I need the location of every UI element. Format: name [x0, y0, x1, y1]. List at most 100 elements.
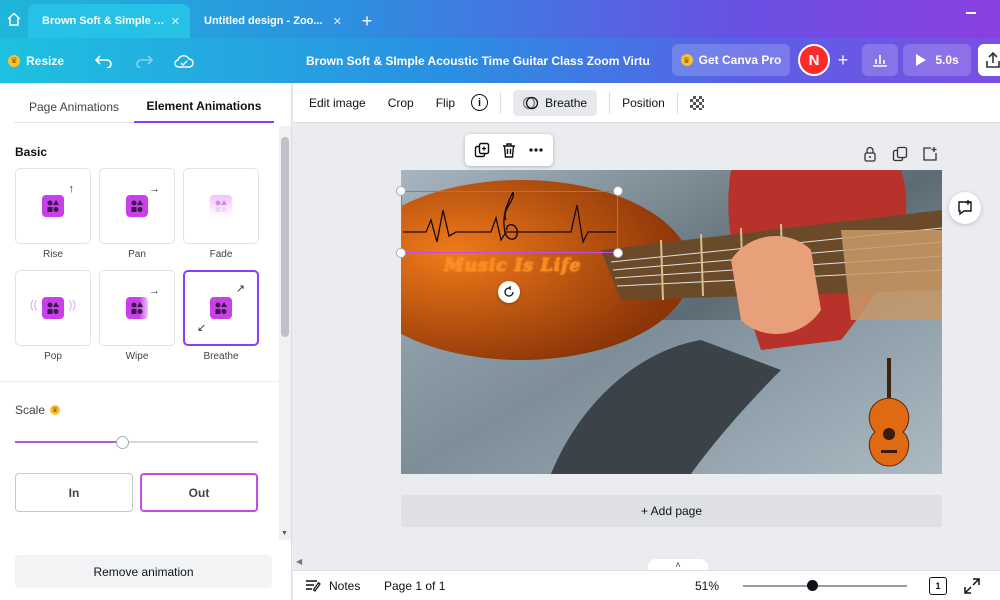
animate-button[interactable]: Breathe	[513, 89, 598, 116]
resize-handle-bottom-right[interactable]	[613, 248, 623, 258]
redo-button[interactable]	[124, 38, 164, 83]
home-icon[interactable]	[0, 0, 28, 38]
animation-card-selected[interactable]: ↗ ↙	[183, 270, 259, 346]
remove-animation-button[interactable]: Remove animation	[15, 555, 272, 588]
resize-handle-bottom-left[interactable]	[396, 248, 406, 258]
duplicate-icon[interactable]	[474, 142, 490, 158]
zoom-slider-track[interactable]	[743, 585, 907, 587]
panel-divider	[0, 381, 279, 382]
animation-label: Rise	[42, 249, 63, 260]
page-count[interactable]: Page 1 of 1	[384, 571, 445, 600]
crown-icon: ♛	[8, 54, 20, 67]
play-icon	[916, 54, 927, 66]
animation-card[interactable]	[183, 168, 259, 244]
rotate-handle[interactable]	[498, 281, 520, 303]
direction-out-button[interactable]: Out	[140, 473, 258, 512]
tab-page-animations[interactable]: Page Animations	[14, 91, 134, 123]
play-duration: 5.0s	[935, 53, 959, 67]
animate-icon	[523, 96, 539, 109]
comment-add-icon	[958, 200, 972, 216]
resize-handle-top-left[interactable]	[396, 186, 406, 196]
selection-box	[401, 191, 618, 253]
animation-option-fade[interactable]: Fade	[183, 168, 259, 260]
animation-option-pan[interactable]: → Pan	[99, 168, 175, 260]
panel-scrollbar-thumb[interactable]	[281, 137, 289, 337]
add-page-button[interactable]: + Add page	[401, 495, 942, 527]
tab-element-animations[interactable]: Element Animations	[134, 91, 274, 123]
animation-option-rise[interactable]: ↑ Rise	[15, 168, 91, 260]
browser-tab-active[interactable]: Brown Soft & Simple A... ✕	[28, 4, 190, 38]
toolbar-divider	[676, 91, 678, 114]
edit-image-button[interactable]: Edit image	[309, 83, 366, 123]
minimize-icon[interactable]	[966, 12, 976, 14]
scroll-left-icon[interactable]: ◀	[296, 557, 302, 566]
browser-tab-inactive[interactable]: Untitled design - Zoo... ✕	[190, 4, 352, 38]
animation-option-pop[interactable]: (( )) Pop	[15, 270, 91, 362]
animation-option-wipe[interactable]: → Wipe	[99, 270, 175, 362]
page-tools	[862, 146, 938, 162]
undo-button[interactable]	[84, 38, 124, 83]
grid-view-button[interactable]: 1	[929, 577, 947, 595]
browser-tab-bar: Brown Soft & Simple A... ✕ Untitled desi…	[0, 0, 1000, 38]
scale-slider-knob[interactable]	[115, 436, 129, 449]
lock-icon[interactable]	[862, 146, 878, 162]
fullscreen-button[interactable]	[963, 577, 981, 595]
arrow-diagonal-out-icon: ↗	[235, 283, 245, 295]
notes-button[interactable]: Notes	[305, 571, 360, 600]
redo-icon	[136, 54, 153, 68]
zoom-level[interactable]: 51%	[695, 571, 719, 600]
zoom-slider-knob[interactable]	[806, 580, 818, 591]
animation-option-breathe[interactable]: ↗ ↙ Breathe	[183, 270, 259, 362]
duplicate-page-icon[interactable]	[892, 146, 908, 162]
animation-card[interactable]: →	[99, 168, 175, 244]
transparency-button[interactable]	[689, 83, 704, 123]
add-collaborator-button[interactable]: +	[833, 50, 853, 70]
add-page-icon[interactable]	[922, 146, 938, 162]
position-button[interactable]: Position	[622, 83, 665, 123]
scroll-down-icon[interactable]: ▼	[281, 530, 288, 537]
arrow-right-icon: →	[149, 285, 160, 297]
animation-card[interactable]: (( ))	[15, 270, 91, 346]
shapes-icon	[210, 297, 232, 319]
close-icon[interactable]: ✕	[171, 15, 180, 28]
cloud-check-icon	[174, 54, 194, 68]
shapes-icon	[210, 195, 232, 217]
tab-title: Untitled design - Zoo...	[204, 15, 323, 27]
document-title[interactable]: Brown Soft & SImple Acoustic Time Guitar…	[306, 38, 651, 83]
present-button[interactable]: 5.0s	[903, 44, 971, 76]
share-button[interactable]	[978, 44, 1000, 76]
scale-slider-fill	[15, 441, 122, 443]
insights-button[interactable]	[862, 44, 898, 76]
info-button[interactable]: i	[471, 83, 489, 123]
cloud-save-button[interactable]	[164, 38, 204, 83]
shapes-icon	[42, 195, 64, 217]
upload-icon	[986, 52, 1000, 68]
resize-handle-top-right[interactable]	[613, 186, 623, 196]
tab-title: Brown Soft & Simple A...	[42, 15, 165, 27]
pop-ripple-icon: ))	[68, 299, 76, 311]
direction-in-button[interactable]: In	[15, 473, 133, 512]
animation-card[interactable]: ↑	[15, 168, 91, 244]
flip-button[interactable]: Flip	[436, 83, 455, 123]
animation-card[interactable]: →	[99, 270, 175, 346]
close-icon[interactable]: ✕	[333, 15, 342, 28]
trash-icon[interactable]	[501, 142, 517, 158]
pro-label: Get Canva Pro	[698, 53, 782, 67]
new-tab-button[interactable]: +	[352, 4, 382, 38]
comment-button[interactable]	[949, 192, 981, 224]
section-label-basic: Basic	[15, 145, 48, 159]
music-is-life-text[interactable]: Music Is Life	[444, 255, 581, 276]
scale-label: Scale ♛	[15, 403, 61, 417]
resize-label: Resize	[26, 53, 65, 68]
avatar[interactable]: N	[798, 44, 830, 76]
arrow-right-icon: →	[149, 183, 160, 195]
more-options-icon[interactable]	[528, 142, 544, 158]
toolbar-divider	[500, 91, 502, 114]
resize-button[interactable]: ♛ Resize	[0, 54, 70, 68]
animation-label: Pop	[44, 351, 62, 362]
crop-button[interactable]: Crop	[388, 83, 414, 123]
get-canva-pro-button[interactable]: ♛ Get Canva Pro	[672, 44, 790, 76]
transparency-icon	[689, 95, 704, 110]
info-icon: i	[471, 94, 489, 111]
arrow-diagonal-in-icon: ↙	[197, 322, 207, 334]
